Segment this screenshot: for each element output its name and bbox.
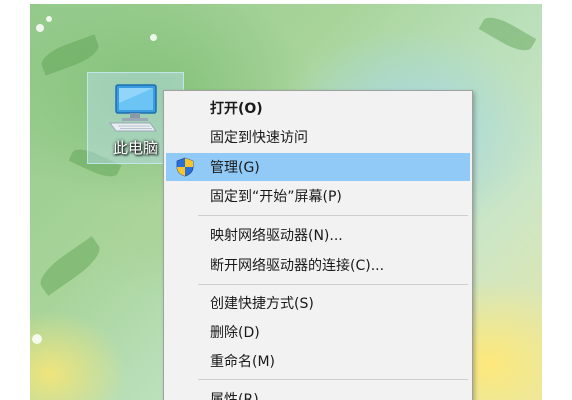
computer-icon	[109, 84, 157, 132]
menu-item-label: 固定到“开始”屏幕(P)	[210, 189, 342, 205]
menu-item-delete[interactable]: 删除(D)	[166, 318, 470, 346]
menu-item-pin-quick-access[interactable]: 固定到快速访问	[166, 123, 470, 151]
menu-item-label: 映射网络驱动器(N)...	[210, 228, 343, 244]
menu-item-label: 断开网络驱动器的连接(C)...	[210, 258, 385, 274]
wallpaper-leaf	[38, 34, 102, 76]
menu-item-label: 打开(O)	[210, 101, 263, 117]
wallpaper-flower	[46, 16, 52, 22]
screenshot: 此电脑 打开(O) 固定到快速访问 管理(G) 固定到“开始”屏幕(P) 映射网…	[0, 0, 572, 400]
wallpaper-flower	[32, 334, 42, 344]
context-menu: 打开(O) 固定到快速访问 管理(G) 固定到“开始”屏幕(P) 映射网络驱动器…	[163, 90, 473, 400]
menu-item-label: 管理(G)	[210, 160, 260, 176]
menu-item-label: 固定到快速访问	[210, 130, 308, 146]
menu-item-label: 属性(R)	[210, 392, 259, 400]
menu-separator	[198, 284, 468, 285]
menu-item-disconnect-network-drive[interactable]: 断开网络驱动器的连接(C)...	[166, 251, 470, 279]
wallpaper-flower	[36, 24, 44, 32]
menu-item-label: 创建快捷方式(S)	[210, 296, 314, 312]
uac-shield-icon	[176, 157, 194, 177]
menu-item-open[interactable]: 打开(O)	[166, 94, 470, 122]
menu-item-pin-start[interactable]: 固定到“开始”屏幕(P)	[166, 182, 470, 210]
menu-separator	[198, 215, 468, 216]
menu-item-label: 重命名(M)	[210, 354, 276, 370]
menu-item-properties[interactable]: 属性(R)	[166, 385, 470, 400]
menu-item-map-network-drive[interactable]: 映射网络驱动器(N)...	[166, 221, 470, 249]
wallpaper-leaf	[478, 11, 537, 57]
wallpaper-leaf	[34, 236, 106, 296]
menu-item-rename[interactable]: 重命名(M)	[166, 347, 470, 375]
menu-separator	[198, 379, 468, 380]
menu-item-label: 删除(D)	[210, 325, 260, 341]
menu-item-create-shortcut[interactable]: 创建快捷方式(S)	[166, 289, 470, 317]
wallpaper-flower	[150, 34, 157, 41]
menu-item-manage[interactable]: 管理(G)	[166, 153, 470, 181]
